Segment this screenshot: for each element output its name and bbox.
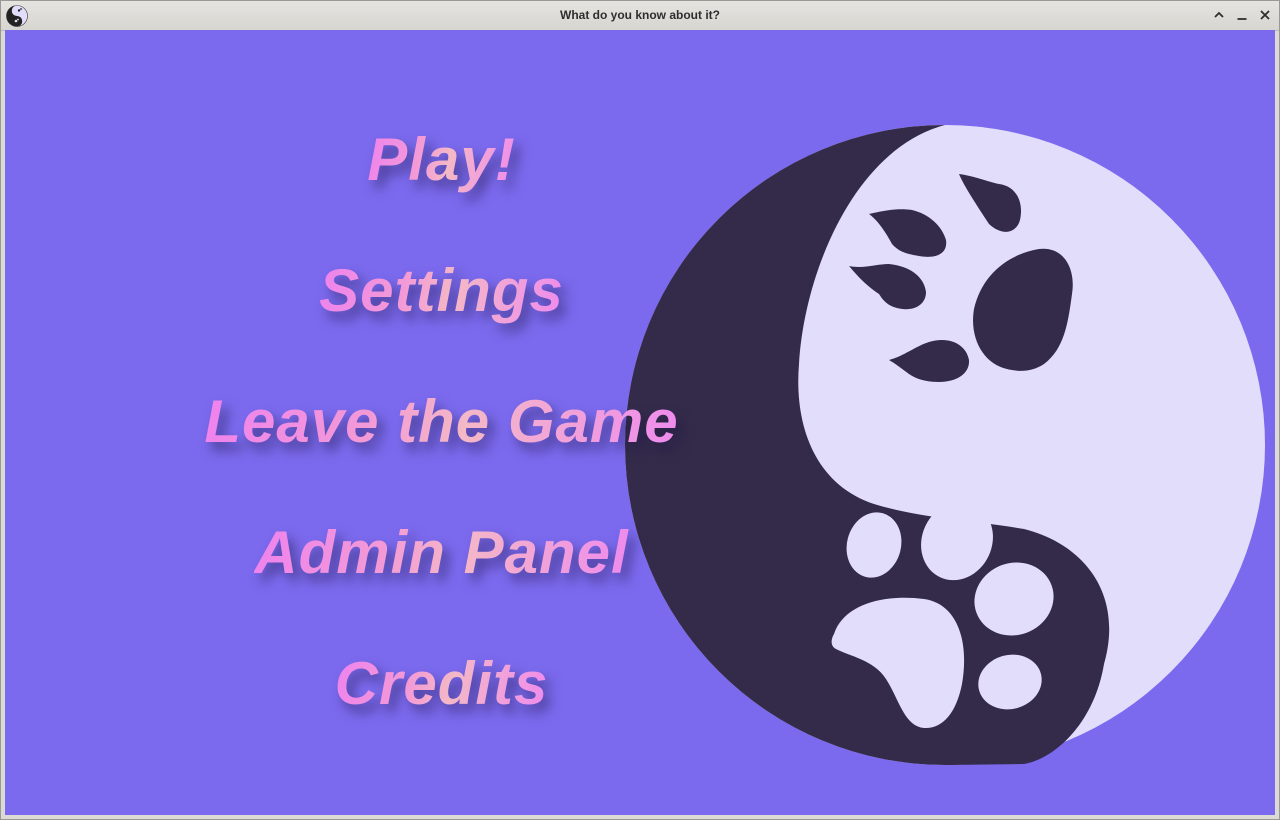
credits-button[interactable]: Credits (5, 649, 878, 719)
chevron-up-icon[interactable] (1211, 7, 1227, 23)
settings-button[interactable]: Settings (5, 256, 878, 326)
play-button[interactable]: Play! (5, 125, 878, 195)
title-bar[interactable]: What do you know about it? (1, 1, 1279, 31)
minimize-icon[interactable] (1234, 7, 1250, 23)
leave-game-button[interactable]: Leave the Game (5, 387, 878, 457)
game-window: What do you know about it? Play! Setting… (0, 0, 1280, 820)
window-title: What do you know about it? (560, 8, 720, 22)
admin-panel-button[interactable]: Admin Panel (5, 518, 878, 588)
main-menu-screen: Play! Settings Leave the Game Admin Pane… (5, 30, 1275, 815)
close-icon[interactable] (1257, 7, 1273, 23)
